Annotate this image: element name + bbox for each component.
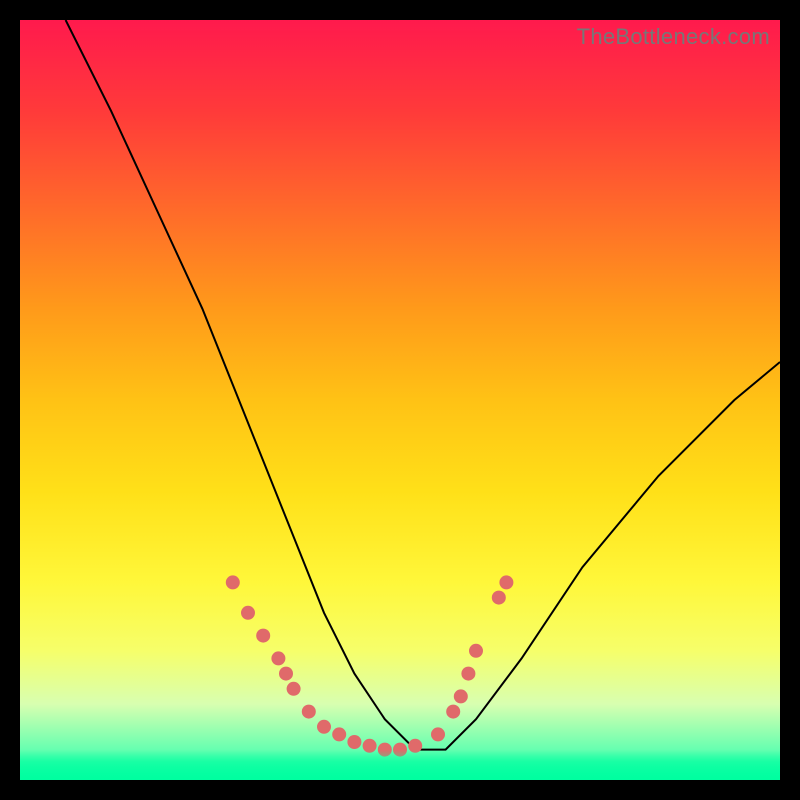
data-point (469, 644, 483, 658)
bottleneck-curve (20, 20, 780, 780)
data-point (393, 743, 407, 757)
data-point (408, 739, 422, 753)
data-point (226, 575, 240, 589)
data-point (363, 739, 377, 753)
data-point (378, 743, 392, 757)
data-point (446, 705, 460, 719)
data-point (332, 727, 346, 741)
watermark-text: TheBottleneck.com (577, 24, 770, 50)
data-point (287, 682, 301, 696)
data-point (241, 606, 255, 620)
data-point (317, 720, 331, 734)
data-point (454, 689, 468, 703)
data-point (431, 727, 445, 741)
data-point (279, 667, 293, 681)
data-point (271, 651, 285, 665)
chart-area: TheBottleneck.com (20, 20, 780, 780)
data-point (492, 591, 506, 605)
data-point (461, 667, 475, 681)
data-point (256, 629, 270, 643)
data-point (347, 735, 361, 749)
data-point (499, 575, 513, 589)
data-point (302, 705, 316, 719)
